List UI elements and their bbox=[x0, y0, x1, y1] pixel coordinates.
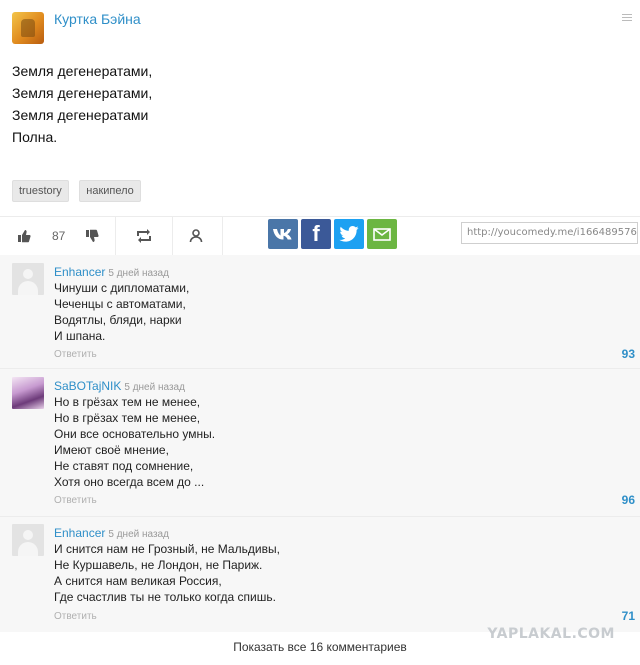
post-text: Земля дегенератами, Земля дегенератами, … bbox=[12, 60, 152, 148]
email-icon bbox=[373, 227, 391, 241]
subscribe-button[interactable] bbox=[186, 217, 208, 255]
users-icon bbox=[189, 229, 203, 243]
menu-icon[interactable] bbox=[622, 14, 632, 24]
avatar[interactable] bbox=[12, 524, 44, 556]
likes-count: 87 bbox=[52, 229, 66, 243]
repost-icon bbox=[137, 229, 151, 243]
vk-icon bbox=[273, 229, 292, 240]
comment-author[interactable]: SaBOTajNIK 5 дней назад bbox=[54, 379, 185, 393]
comment-score: 93 bbox=[621, 347, 635, 361]
avatar[interactable] bbox=[12, 263, 44, 295]
dislike-button[interactable] bbox=[82, 217, 102, 255]
comment-author[interactable]: Enhancer 5 дней назад bbox=[54, 265, 169, 279]
share-url-input[interactable]: http://youcomedy.me/i1664895766481 bbox=[461, 222, 638, 244]
post-line: Земля дегенератами bbox=[12, 107, 149, 123]
repost-button[interactable] bbox=[132, 217, 156, 255]
post-header: Куртка Бэйна bbox=[0, 0, 640, 50]
comment-score: 96 bbox=[621, 493, 635, 507]
comment-score: 71 bbox=[621, 609, 635, 623]
comment-text: И снится нам не Грозный, не Мальдивы, Не… bbox=[54, 542, 280, 604]
reply-link[interactable]: Ответить bbox=[54, 349, 97, 360]
share-vk-button[interactable] bbox=[268, 219, 298, 249]
comment-text: Чинуши с дипломатами, Чеченцы с автомата… bbox=[54, 281, 190, 343]
share-facebook-button[interactable]: f bbox=[301, 219, 331, 249]
post-line: Земля дегенератами, bbox=[12, 63, 153, 79]
avatar[interactable] bbox=[12, 377, 44, 409]
facebook-icon: f bbox=[312, 221, 320, 246]
post-line: Земля дегенератами, bbox=[12, 85, 153, 101]
show-all-comments-link[interactable]: Показать все 16 комментариев bbox=[0, 640, 640, 654]
reply-link[interactable]: Ответить bbox=[54, 495, 97, 506]
tag-list: truestory накипело bbox=[12, 180, 147, 202]
comment-time: 5 дней назад bbox=[108, 268, 169, 279]
reply-link[interactable]: Ответить bbox=[54, 611, 97, 622]
comment-time: 5 дней назад bbox=[124, 382, 185, 393]
tag-truestory[interactable]: truestory bbox=[12, 180, 69, 202]
comment-author[interactable]: Enhancer 5 дней назад bbox=[54, 526, 169, 540]
share-email-button[interactable] bbox=[367, 219, 397, 249]
comment-text: Но в грёзах тем не менее, Но в грёзах те… bbox=[54, 395, 216, 489]
post-line: Полна. bbox=[12, 129, 58, 145]
author-avatar[interactable] bbox=[12, 12, 44, 44]
comment-time: 5 дней назад bbox=[108, 529, 169, 540]
comments-section: Enhancer 5 дней назад Чинуши с дипломатам… bbox=[0, 255, 640, 632]
thumbs-down-icon bbox=[86, 229, 99, 242]
thumbs-up-icon bbox=[18, 230, 31, 243]
twitter-icon bbox=[339, 226, 359, 242]
like-button[interactable] bbox=[14, 217, 34, 255]
share-twitter-button[interactable] bbox=[334, 219, 364, 249]
post-author-link[interactable]: Куртка Бэйна bbox=[54, 11, 141, 27]
tag-nakipelo[interactable]: накипело bbox=[79, 180, 141, 202]
